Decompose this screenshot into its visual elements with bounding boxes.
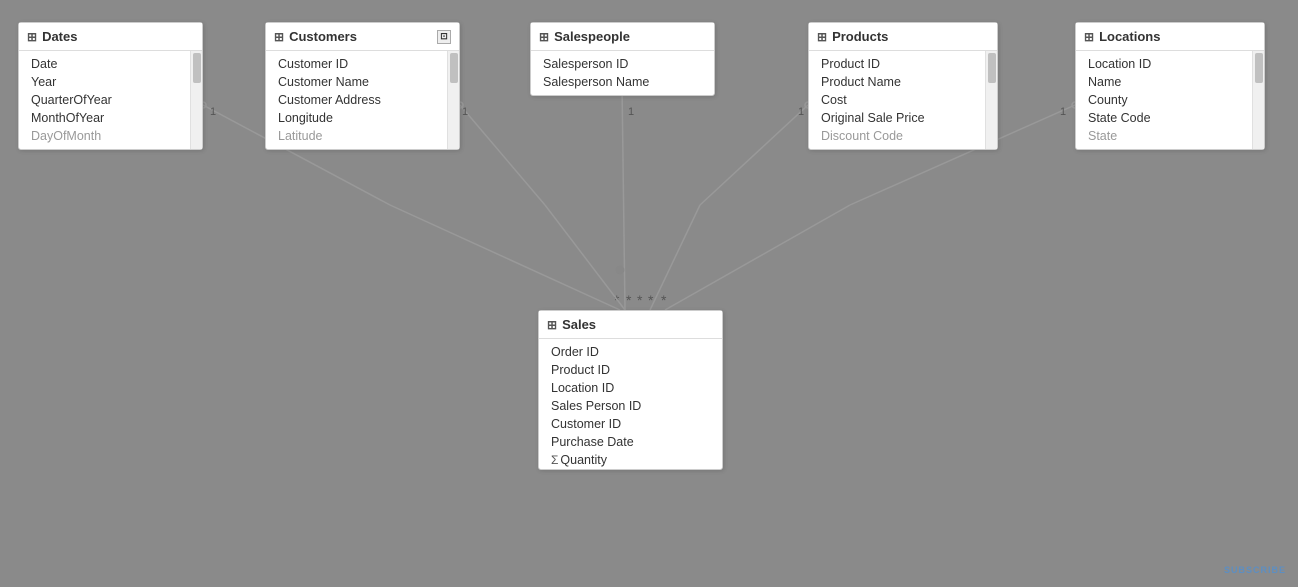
svg-text:*: * [637,292,643,308]
table-icon-customers: ⊞ [274,30,284,44]
sales-table-header: ⊞ Sales [539,311,722,339]
products-field-id: Product ID [809,55,997,73]
svg-text:1: 1 [1060,106,1066,118]
locations-table-title: Locations [1099,29,1160,44]
table-icon-products: ⊞ [817,30,827,44]
svg-text:1: 1 [210,106,216,118]
customers-table-header: ⊞ Customers ⊡ [266,23,459,51]
sales-field-salespersonid: Sales Person ID [539,397,722,415]
sales-field-quantity: ΣQuantity [539,451,722,469]
salespeople-field-id: Salesperson ID [531,55,714,73]
table-icon-locations: ⊞ [1084,30,1094,44]
locations-scrollbar[interactable] [1252,51,1264,149]
sales-field-customerid: Customer ID [539,415,722,433]
products-field-originalprice: Original Sale Price [809,109,997,127]
sales-table: ⊞ Sales Order ID Product ID Location ID … [538,310,723,470]
products-table-body: Product ID Product Name Cost Original Sa… [809,51,997,149]
table-icon-dates: ⊞ [27,30,37,44]
svg-text:1: 1 [462,106,468,118]
salespeople-table-title: Salespeople [554,29,630,44]
table-icon-salespeople: ⊞ [539,30,549,44]
products-table-header: ⊞ Products [809,23,997,51]
salespeople-table-body: Salesperson ID Salesperson Name [531,51,714,95]
products-field-cost: Cost [809,91,997,109]
sales-table-title: Sales [562,317,596,332]
customers-header-actions[interactable]: ⊡ [437,30,451,44]
locations-field-id: Location ID [1076,55,1264,73]
products-field-name: Product Name [809,73,997,91]
products-scrollbar[interactable] [985,51,997,149]
locations-field-statecode: State Code [1076,109,1264,127]
svg-text:1: 1 [628,106,634,118]
customers-table-body: Customer ID Customer Name Customer Addre… [266,51,459,149]
sales-field-purchasedate: Purchase Date [539,433,722,451]
salespeople-field-name: Salesperson Name [531,73,714,91]
salespeople-table-header: ⊞ Salespeople [531,23,714,51]
customers-table-title: Customers [289,29,357,44]
svg-text:*: * [648,292,654,308]
table-icon-sales: ⊞ [547,318,557,332]
customers-field-name: Customer Name [266,73,459,91]
dates-scrollbar[interactable] [190,51,202,149]
dates-field-monthofyear: MonthOfYear [19,109,202,127]
salespeople-table: ⊞ Salespeople Salesperson ID Salesperson… [530,22,715,96]
dates-field-more: DayOfMonth [19,127,202,145]
locations-field-name: Name [1076,73,1264,91]
svg-text:1: 1 [798,106,804,118]
dates-field-quarterofyear: QuarterOfYear [19,91,202,109]
customers-expand-btn[interactable]: ⊡ [437,30,451,44]
customers-scrollbar[interactable] [447,51,459,149]
subscribe-watermark: SUBSCRIBE [1224,565,1286,575]
sales-field-productid: Product ID [539,361,722,379]
svg-text:*: * [661,292,667,308]
locations-table-body: Location ID Name County State Code State [1076,51,1264,149]
customers-field-address: Customer Address [266,91,459,109]
locations-table: ⊞ Locations Location ID Name County Stat… [1075,22,1265,150]
sigma-icon: Σ [551,453,558,467]
locations-field-state: State [1076,127,1264,145]
dates-field-year: Year [19,73,202,91]
sales-table-body: Order ID Product ID Location ID Sales Pe… [539,339,722,469]
customers-table: ⊞ Customers ⊡ Customer ID Customer Name … [265,22,460,150]
dates-field-date: Date [19,55,202,73]
sales-field-orderid: Order ID [539,343,722,361]
dates-table-body: Date Year QuarterOfYear MonthOfYear DayO… [19,51,202,149]
customers-field-id: Customer ID [266,55,459,73]
products-field-discount: Discount Code [809,127,997,145]
dates-table: ⊞ Dates Date Year QuarterOfYear MonthOfY… [18,22,203,150]
customers-field-longitude: Longitude [266,109,459,127]
customers-field-latitude: Latitude [266,127,459,145]
products-table: ⊞ Products Product ID Product Name Cost … [808,22,998,150]
products-table-title: Products [832,29,888,44]
sales-field-locationid: Location ID [539,379,722,397]
locations-field-county: County [1076,91,1264,109]
locations-table-header: ⊞ Locations [1076,23,1264,51]
dates-table-title: Dates [42,29,77,44]
svg-text:*: * [614,292,620,308]
dates-table-header: ⊞ Dates [19,23,202,51]
subscribe-label: SUBSCRIBE [1224,565,1286,575]
svg-text:*: * [626,292,632,308]
